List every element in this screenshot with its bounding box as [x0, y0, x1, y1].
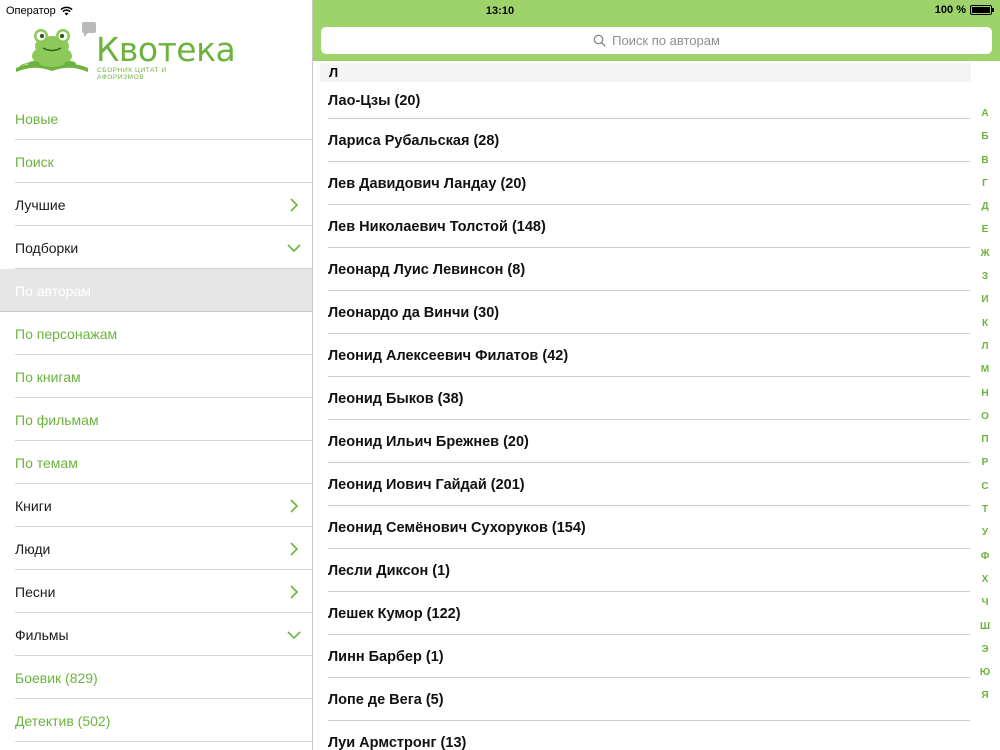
- carrier-label: Оператор: [6, 5, 56, 17]
- author-row[interactable]: Лариса Рубальская (28): [328, 119, 970, 162]
- status-bar-left: Оператор: [6, 4, 73, 18]
- sidebar-item-label: Люди: [15, 540, 51, 557]
- index-letter[interactable]: Ш: [980, 619, 990, 642]
- alphabet-index[interactable]: АБВГДЕЖЗИКЛМНОПРСТУФХЧШЭЮЯ: [977, 106, 993, 712]
- index-letter[interactable]: Г: [982, 176, 988, 199]
- index-letter[interactable]: Ю: [980, 665, 990, 688]
- index-letter[interactable]: С: [981, 479, 988, 502]
- index-letter[interactable]: Р: [982, 455, 989, 478]
- index-letter[interactable]: Ф: [981, 549, 990, 572]
- sidebar-item[interactable]: Люди: [0, 527, 312, 570]
- sidebar-item[interactable]: Боевик (829): [0, 656, 312, 699]
- search-icon: [593, 34, 606, 47]
- sidebar-item-label: Фильмы: [15, 626, 69, 643]
- index-letter[interactable]: Д: [981, 199, 988, 222]
- sidebar-item[interactable]: Новые: [0, 98, 312, 140]
- author-row[interactable]: Леонид Быков (38): [328, 377, 970, 420]
- index-letter[interactable]: О: [981, 409, 989, 432]
- status-battery: 100 %: [934, 4, 994, 16]
- author-row[interactable]: Леонард Луис Левинсон (8): [328, 248, 970, 291]
- author-row[interactable]: Линн Барбер (1): [328, 635, 970, 678]
- sidebar-item[interactable]: По книгам: [0, 355, 312, 398]
- index-letter[interactable]: Е: [982, 222, 989, 245]
- author-row[interactable]: Леонид Ильич Брежнев (20): [328, 420, 970, 463]
- author-list: Лао-Цзы (20) Лариса Рубальская (28) Лев Да…: [328, 82, 970, 750]
- chevron-right-icon: [290, 541, 299, 556]
- author-row[interactable]: Леонардо да Винчи (30): [328, 291, 970, 334]
- index-letter[interactable]: Н: [981, 386, 988, 409]
- index-letter[interactable]: А: [981, 106, 988, 129]
- sidebar-item-label: По фильмам: [15, 411, 99, 428]
- sidebar-item[interactable]: Детектив (502): [0, 699, 312, 742]
- chevron-down-icon: [287, 630, 301, 639]
- chevron-down-icon: [287, 243, 301, 252]
- sidebar-item-label: Новые: [15, 111, 59, 127]
- sidebar-item[interactable]: Лучшие: [0, 183, 312, 226]
- index-letter[interactable]: У: [982, 525, 988, 548]
- frog-logo-icon: [16, 22, 96, 72]
- sidebar-item-label: По персонажам: [15, 325, 118, 342]
- index-letter[interactable]: Б: [981, 129, 988, 152]
- author-row[interactable]: Лев Николаевич Толстой (148): [328, 205, 970, 248]
- wifi-icon: [60, 6, 73, 16]
- author-row[interactable]: Лао-Цзы (20): [328, 82, 970, 119]
- index-letter[interactable]: З: [982, 269, 988, 292]
- sidebar-item[interactable]: По персонажам: [0, 312, 312, 355]
- sidebar-item-label: Подборки: [15, 239, 79, 256]
- author-row[interactable]: Лешек Кумор (122): [328, 592, 970, 635]
- sidebar-item-label: Детектив (502): [15, 712, 111, 729]
- section-header: Л: [320, 63, 971, 82]
- battery-icon: [970, 5, 994, 15]
- sidebar-item-label: По книгам: [15, 368, 81, 385]
- author-row[interactable]: Лесли Диксон (1): [328, 549, 970, 592]
- sidebar-item[interactable]: По темам: [0, 441, 312, 484]
- author-row[interactable]: Леонид Семёнович Сухоруков (154): [328, 506, 970, 549]
- sidebar: Оператор Квотека СБОРНИК ЦИТАТ И АФОРИЗМ…: [0, 0, 313, 750]
- chevron-right-icon: [290, 197, 299, 212]
- main-panel: 13:10 100 % Поиск по авторам Л Лао-Цзы (…: [313, 0, 1000, 750]
- index-letter[interactable]: П: [981, 432, 988, 455]
- search-input[interactable]: Поиск по авторам: [321, 27, 992, 54]
- author-row[interactable]: Луи Армстронг (13): [328, 721, 970, 750]
- sidebar-item[interactable]: Поиск: [0, 140, 312, 183]
- sidebar-item[interactable]: Песни: [0, 570, 312, 613]
- sidebar-item[interactable]: По авторам: [0, 269, 312, 312]
- app-logo[interactable]: Квотека сборник цитат и афоризмов: [12, 20, 236, 81]
- logo-subtitle: сборник цитат и афоризмов: [97, 67, 167, 81]
- index-letter[interactable]: М: [981, 362, 989, 385]
- author-row[interactable]: Лопе де Вега (5): [328, 678, 970, 721]
- index-letter[interactable]: Ж: [980, 246, 989, 269]
- author-row[interactable]: Лев Давидович Ландау (20): [328, 162, 970, 205]
- top-bar: 13:10 100 % Поиск по авторам: [313, 0, 1000, 61]
- sidebar-item-label: Лучшие: [15, 196, 66, 213]
- status-time: 13:10: [485, 5, 515, 17]
- chevron-right-icon: [290, 498, 299, 513]
- search-placeholder: Поиск по авторам: [612, 33, 720, 48]
- sidebar-item-label: Боевик (829): [15, 669, 98, 686]
- index-letter[interactable]: Э: [981, 642, 988, 665]
- index-letter[interactable]: К: [982, 316, 988, 339]
- index-letter[interactable]: Я: [981, 688, 988, 711]
- logo-title: Квотека: [96, 30, 236, 69]
- sidebar-item[interactable]: Подборки: [0, 226, 312, 269]
- index-letter[interactable]: В: [981, 153, 988, 176]
- sidebar-item[interactable]: По фильмам: [0, 398, 312, 441]
- index-letter[interactable]: И: [981, 292, 988, 315]
- sidebar-item-label: Книги: [15, 497, 52, 514]
- author-row[interactable]: Леонид Иович Гайдай (201): [328, 463, 970, 506]
- sidebar-item-label: По темам: [15, 454, 78, 471]
- sidebar-item[interactable]: Книги: [0, 484, 312, 527]
- sidebar-item-label: По авторам: [15, 282, 91, 299]
- index-letter[interactable]: Л: [981, 339, 988, 362]
- sidebar-menu: Новые Поиск Лучшие Подборки По авторам По пер…: [0, 98, 312, 742]
- battery-label: 100 %: [934, 4, 966, 16]
- chevron-right-icon: [290, 584, 299, 599]
- index-letter[interactable]: Т: [982, 502, 988, 525]
- sidebar-item[interactable]: Фильмы: [0, 613, 312, 656]
- index-letter[interactable]: Х: [982, 572, 989, 595]
- author-row[interactable]: Леонид Алексеевич Филатов (42): [328, 334, 970, 377]
- sidebar-item-label: Песни: [15, 583, 56, 600]
- index-letter[interactable]: Ч: [981, 595, 988, 618]
- sidebar-item-label: Поиск: [15, 153, 54, 170]
